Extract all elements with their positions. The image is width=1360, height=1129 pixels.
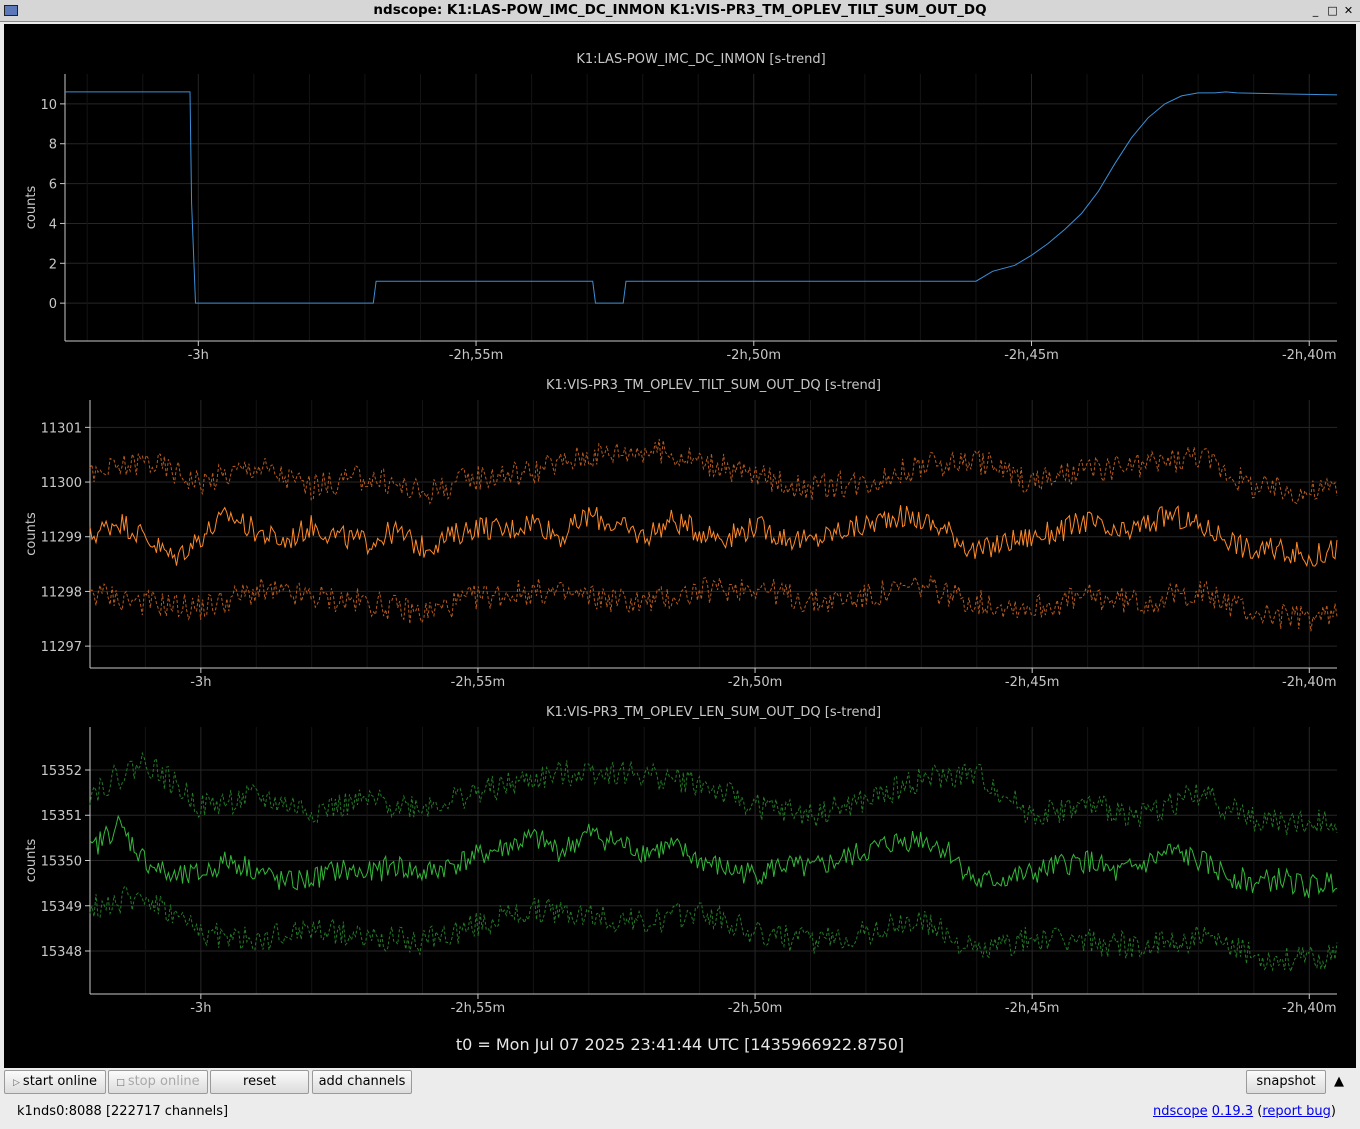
series-signal-line (65, 91, 1338, 304)
window-title: ndscope: K1:LAS-POW_IMC_DC_INMON K1:VIS-… (373, 2, 987, 18)
x-tick-label: -2h,45m (1005, 675, 1060, 690)
y-tick-label: 11301 (41, 421, 82, 436)
status-bar: k1nds0:8088 [222717 channels] (17, 1104, 228, 1119)
series-min-line (89, 885, 1338, 973)
plot-title: K1:VIS-PR3_TM_OPLEV_LEN_SUM_OUT_DQ [s-tr… (546, 705, 881, 720)
x-tick-label: -2h,50m (728, 1001, 783, 1016)
x-tick-label: -3h (190, 1001, 211, 1016)
plot-panel-3: K1:VIS-PR3_TM_OPLEV_LEN_SUM_OUT_DQ [s-tr… (24, 705, 1338, 1016)
start-online-label: start online (22, 1074, 97, 1089)
play-icon: ▷ (13, 1078, 20, 1088)
expand-arrow-icon[interactable]: ▲ (1334, 1074, 1344, 1089)
reset-button[interactable]: reset (210, 1070, 309, 1094)
y-axis-label: counts (24, 186, 39, 230)
window-titlebar: ndscope: K1:LAS-POW_IMC_DC_INMON K1:VIS-… (0, 0, 1360, 22)
add-channels-button[interactable]: add channels (312, 1070, 412, 1094)
stop-online-button[interactable]: □ stop online (108, 1070, 208, 1094)
x-tick-label: -2h,55m (451, 675, 506, 690)
y-tick-label: 10 (40, 98, 57, 113)
plot-title: K1:LAS-POW_IMC_DC_INMON [s-trend] (576, 52, 825, 67)
ndscope-link[interactable]: ndscope (1153, 1104, 1208, 1119)
start-online-button[interactable]: ▷ start online (4, 1070, 106, 1094)
minimize-icon[interactable]: _ (1308, 3, 1323, 18)
close-icon[interactable]: ✕ (1341, 3, 1356, 18)
x-tick-label: -2h,50m (726, 348, 781, 363)
x-tick-label: -2h,50m (728, 675, 783, 690)
x-tick-label: -3h (188, 348, 209, 363)
series-mean-line (89, 814, 1338, 899)
plots-canvas[interactable]: K1:LAS-POW_IMC_DC_INMON [s-trend] counts -… (4, 24, 1356, 1068)
plot-title: K1:VIS-PR3_TM_OPLEV_TILT_SUM_OUT_DQ [s-t… (546, 378, 881, 393)
x-tick-label: -2h,45m (1004, 348, 1059, 363)
y-tick-label: 11300 (41, 476, 82, 491)
x-tick-label: -3h (190, 675, 211, 690)
y-tick-label: 4 (49, 217, 57, 232)
y-axis-label: counts (24, 839, 39, 883)
series-mean-line (89, 505, 1338, 568)
version-link[interactable]: 0.19.3 (1212, 1104, 1253, 1119)
y-tick-label: 11298 (41, 585, 82, 600)
y-tick-label: 15348 (41, 945, 82, 960)
snapshot-button[interactable]: snapshot (1246, 1070, 1326, 1094)
y-tick-label: 2 (49, 257, 57, 272)
stop-online-label: stop online (127, 1074, 200, 1089)
series-max-line (89, 438, 1338, 505)
t0-label: t0 = Mon Jul 07 2025 23:41:44 UTC [14359… (456, 1035, 904, 1054)
x-tick-label: -2h,40m (1282, 1001, 1337, 1016)
x-tick-label: -2h,45m (1005, 1001, 1060, 1016)
stop-icon: □ (116, 1078, 125, 1088)
y-tick-label: 8 (49, 138, 57, 153)
series-max-line (89, 751, 1338, 836)
y-tick-label: 6 (49, 178, 57, 193)
about-links: ndscope 0.19.3 (report bug) (1152, 1104, 1336, 1119)
y-tick-label: 11297 (41, 640, 82, 655)
y-axis-label: counts (24, 512, 39, 556)
plot-area: K1:LAS-POW_IMC_DC_INMON [s-trend] counts -… (4, 24, 1356, 1068)
y-tick-label: 15349 (41, 900, 82, 915)
y-tick-label: 15352 (41, 764, 82, 779)
y-tick-label: 11299 (41, 531, 82, 546)
x-tick-label: -2h,55m (449, 348, 504, 363)
server-address: k1nds0:8088 (17, 1104, 102, 1119)
y-tick-label: 15350 (41, 855, 82, 870)
maximize-icon[interactable]: □ (1325, 3, 1340, 18)
report-bug-link[interactable]: report bug (1262, 1104, 1331, 1119)
y-tick-label: 15351 (41, 809, 82, 824)
x-tick-label: -2h,40m (1282, 348, 1337, 363)
plot-panel-2: K1:VIS-PR3_TM_OPLEV_TILT_SUM_OUT_DQ [s-t… (24, 378, 1338, 690)
y-tick-label: 0 (49, 297, 57, 312)
x-tick-label: -2h,40m (1282, 675, 1337, 690)
plot-panel-1: K1:LAS-POW_IMC_DC_INMON [s-trend] counts -… (24, 52, 1338, 363)
x-tick-label: -2h,55m (451, 1001, 506, 1016)
series-min-line (89, 575, 1338, 632)
channel-count: [222717 channels] (105, 1104, 229, 1119)
